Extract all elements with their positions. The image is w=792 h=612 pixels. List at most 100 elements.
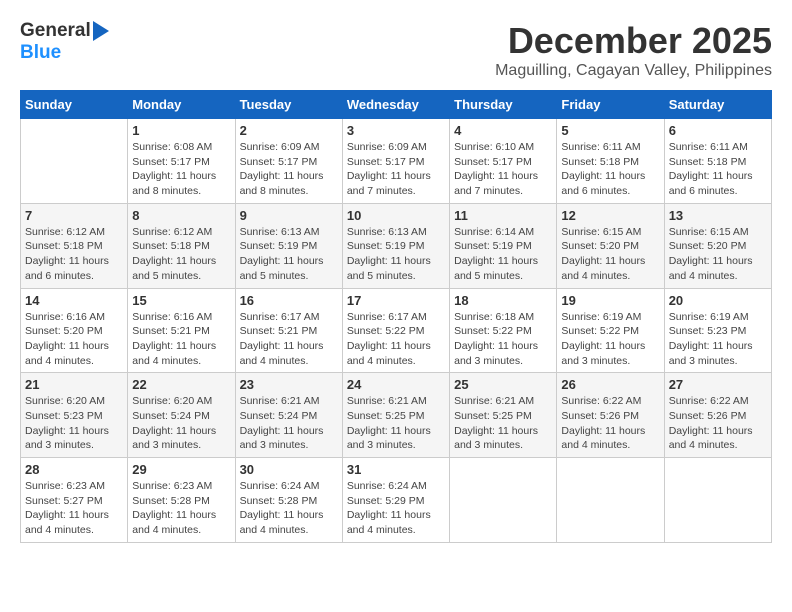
month-title: December 2025 (495, 20, 772, 62)
calendar-cell: 26 Sunrise: 6:22 AMSunset: 5:26 PMDayligh… (557, 373, 664, 458)
day-info: Sunrise: 6:10 AMSunset: 5:17 PMDaylight:… (454, 140, 552, 199)
day-number: 12 (561, 208, 659, 223)
day-number: 6 (669, 123, 767, 138)
calendar-cell: 1Sunrise: 6:08 AMSunset: 5:17 PMDaylight… (128, 119, 235, 204)
calendar-cell (450, 458, 557, 543)
day-number: 29 (132, 462, 230, 477)
day-number: 18 (454, 293, 552, 308)
logo-arrow-icon (93, 21, 109, 41)
day-number: 22 (132, 377, 230, 392)
calendar-week-row: 14 Sunrise: 6:16 AMSunset: 5:20 PMDayligh… (21, 288, 772, 373)
calendar-header-friday: Friday (557, 91, 664, 119)
day-info: Sunrise: 6:11 AMSunset: 5:18 PMDaylight:… (561, 140, 659, 199)
day-number: 19 (561, 293, 659, 308)
location-text: Maguilling, Cagayan Valley, Philippines (495, 62, 772, 80)
day-number: 7 (25, 208, 123, 223)
calendar-cell: 15 Sunrise: 6:16 AMSunset: 5:21 PMDayligh… (128, 288, 235, 373)
day-info: Sunrise: 6:15 AMSunset: 5:20 PMDaylight:… (561, 225, 659, 284)
calendar-header-sunday: Sunday (21, 91, 128, 119)
day-info: Sunrise: 6:15 AMSunset: 5:20 PMDaylight:… (669, 225, 767, 284)
calendar-cell: 16Sunrise: 6:17 AMSunset: 5:21 PMDayligh… (235, 288, 342, 373)
calendar-cell: 3 Sunrise: 6:09 AMSunset: 5:17 PMDaylight… (342, 119, 449, 204)
calendar-cell: 4 Sunrise: 6:10 AMSunset: 5:17 PMDaylight… (450, 119, 557, 204)
logo-blue-text: Blue (20, 42, 61, 64)
day-number: 10 (347, 208, 445, 223)
calendar-cell: 13 Sunrise: 6:15 AMSunset: 5:20 PMDayligh… (664, 203, 771, 288)
calendar-cell: 14 Sunrise: 6:16 AMSunset: 5:20 PMDayligh… (21, 288, 128, 373)
calendar-cell: 7 Sunrise: 6:12 AMSunset: 5:18 PMDaylight… (21, 203, 128, 288)
calendar-cell: 12 Sunrise: 6:15 AMSunset: 5:20 PMDayligh… (557, 203, 664, 288)
day-number: 9 (240, 208, 338, 223)
logo: General Blue (20, 20, 109, 64)
day-info: Sunrise: 6:14 AMSunset: 5:19 PMDaylight:… (454, 225, 552, 284)
day-number: 24 (347, 377, 445, 392)
calendar-header-saturday: Saturday (664, 91, 771, 119)
calendar-cell: 25Sunrise: 6:21 AMSunset: 5:25 PMDayligh… (450, 373, 557, 458)
calendar-week-row: 1Sunrise: 6:08 AMSunset: 5:17 PMDaylight… (21, 119, 772, 204)
day-info: Sunrise: 6:21 AMSunset: 5:25 PMDaylight:… (347, 394, 445, 453)
calendar-cell: 29 Sunrise: 6:23 AMSunset: 5:28 PMDayligh… (128, 458, 235, 543)
day-info: Sunrise: 6:09 AMSunset: 5:17 PMDaylight:… (240, 140, 338, 199)
calendar-cell: 31Sunrise: 6:24 AMSunset: 5:29 PMDayligh… (342, 458, 449, 543)
day-info: Sunrise: 6:12 AMSunset: 5:18 PMDaylight:… (132, 225, 230, 284)
day-info: Sunrise: 6:16 AMSunset: 5:20 PMDaylight:… (25, 310, 123, 369)
calendar-week-row: 7 Sunrise: 6:12 AMSunset: 5:18 PMDaylight… (21, 203, 772, 288)
calendar-header: SundayMondayTuesdayWednesdayThursdayFrid… (21, 91, 772, 119)
calendar-cell: 27 Sunrise: 6:22 AMSunset: 5:26 PMDayligh… (664, 373, 771, 458)
calendar-cell: 2 Sunrise: 6:09 AMSunset: 5:17 PMDaylight… (235, 119, 342, 204)
title-block: December 2025 Maguilling, Cagayan Valley… (495, 20, 772, 80)
day-info: Sunrise: 6:17 AMSunset: 5:22 PMDaylight:… (347, 310, 445, 369)
day-info: Sunrise: 6:08 AMSunset: 5:17 PMDaylight:… (132, 140, 230, 199)
calendar-cell: 28Sunrise: 6:23 AMSunset: 5:27 PMDayligh… (21, 458, 128, 543)
day-number: 3 (347, 123, 445, 138)
calendar-cell: 6Sunrise: 6:11 AMSunset: 5:18 PMDaylight… (664, 119, 771, 204)
calendar-cell: 17 Sunrise: 6:17 AMSunset: 5:22 PMDayligh… (342, 288, 449, 373)
day-info: Sunrise: 6:22 AMSunset: 5:26 PMDaylight:… (561, 394, 659, 453)
day-info: Sunrise: 6:13 AMSunset: 5:19 PMDaylight:… (240, 225, 338, 284)
day-number: 30 (240, 462, 338, 477)
calendar-cell: 23Sunrise: 6:21 AMSunset: 5:24 PMDayligh… (235, 373, 342, 458)
calendar-cell: 8Sunrise: 6:12 AMSunset: 5:18 PMDaylight… (128, 203, 235, 288)
day-number: 4 (454, 123, 552, 138)
day-info: Sunrise: 6:22 AMSunset: 5:26 PMDaylight:… (669, 394, 767, 453)
calendar-table: SundayMondayTuesdayWednesdayThursdayFrid… (20, 90, 772, 543)
day-number: 17 (347, 293, 445, 308)
day-info: Sunrise: 6:19 AMSunset: 5:23 PMDaylight:… (669, 310, 767, 369)
calendar-cell: 30Sunrise: 6:24 AMSunset: 5:28 PMDayligh… (235, 458, 342, 543)
day-number: 20 (669, 293, 767, 308)
calendar-cell: 19Sunrise: 6:19 AMSunset: 5:22 PMDayligh… (557, 288, 664, 373)
day-info: Sunrise: 6:12 AMSunset: 5:18 PMDaylight:… (25, 225, 123, 284)
day-number: 5 (561, 123, 659, 138)
day-number: 13 (669, 208, 767, 223)
day-number: 25 (454, 377, 552, 392)
calendar-cell (557, 458, 664, 543)
day-number: 27 (669, 377, 767, 392)
day-info: Sunrise: 6:21 AMSunset: 5:24 PMDaylight:… (240, 394, 338, 453)
day-info: Sunrise: 6:23 AMSunset: 5:28 PMDaylight:… (132, 479, 230, 538)
day-info: Sunrise: 6:09 AMSunset: 5:17 PMDaylight:… (347, 140, 445, 199)
day-info: Sunrise: 6:20 AMSunset: 5:23 PMDaylight:… (25, 394, 123, 453)
calendar-header-thursday: Thursday (450, 91, 557, 119)
calendar-cell: 9 Sunrise: 6:13 AMSunset: 5:19 PMDaylight… (235, 203, 342, 288)
calendar-cell (664, 458, 771, 543)
day-info: Sunrise: 6:18 AMSunset: 5:22 PMDaylight:… (454, 310, 552, 369)
calendar-cell: 10 Sunrise: 6:13 AMSunset: 5:19 PMDayligh… (342, 203, 449, 288)
day-number: 14 (25, 293, 123, 308)
day-number: 11 (454, 208, 552, 223)
day-number: 28 (25, 462, 123, 477)
calendar-cell: 18 Sunrise: 6:18 AMSunset: 5:22 PMDayligh… (450, 288, 557, 373)
day-info: Sunrise: 6:13 AMSunset: 5:19 PMDaylight:… (347, 225, 445, 284)
day-number: 26 (561, 377, 659, 392)
calendar-week-row: 28Sunrise: 6:23 AMSunset: 5:27 PMDayligh… (21, 458, 772, 543)
day-info: Sunrise: 6:17 AMSunset: 5:21 PMDaylight:… (240, 310, 338, 369)
day-info: Sunrise: 6:24 AMSunset: 5:29 PMDaylight:… (347, 479, 445, 538)
calendar-header-wednesday: Wednesday (342, 91, 449, 119)
logo-general-text: General (20, 20, 91, 42)
calendar-cell: 11 Sunrise: 6:14 AMSunset: 5:19 PMDayligh… (450, 203, 557, 288)
calendar-cell (21, 119, 128, 204)
day-number: 15 (132, 293, 230, 308)
day-number: 2 (240, 123, 338, 138)
day-info: Sunrise: 6:16 AMSunset: 5:21 PMDaylight:… (132, 310, 230, 369)
calendar-cell: 24 Sunrise: 6:21 AMSunset: 5:25 PMDayligh… (342, 373, 449, 458)
calendar-header-monday: Monday (128, 91, 235, 119)
